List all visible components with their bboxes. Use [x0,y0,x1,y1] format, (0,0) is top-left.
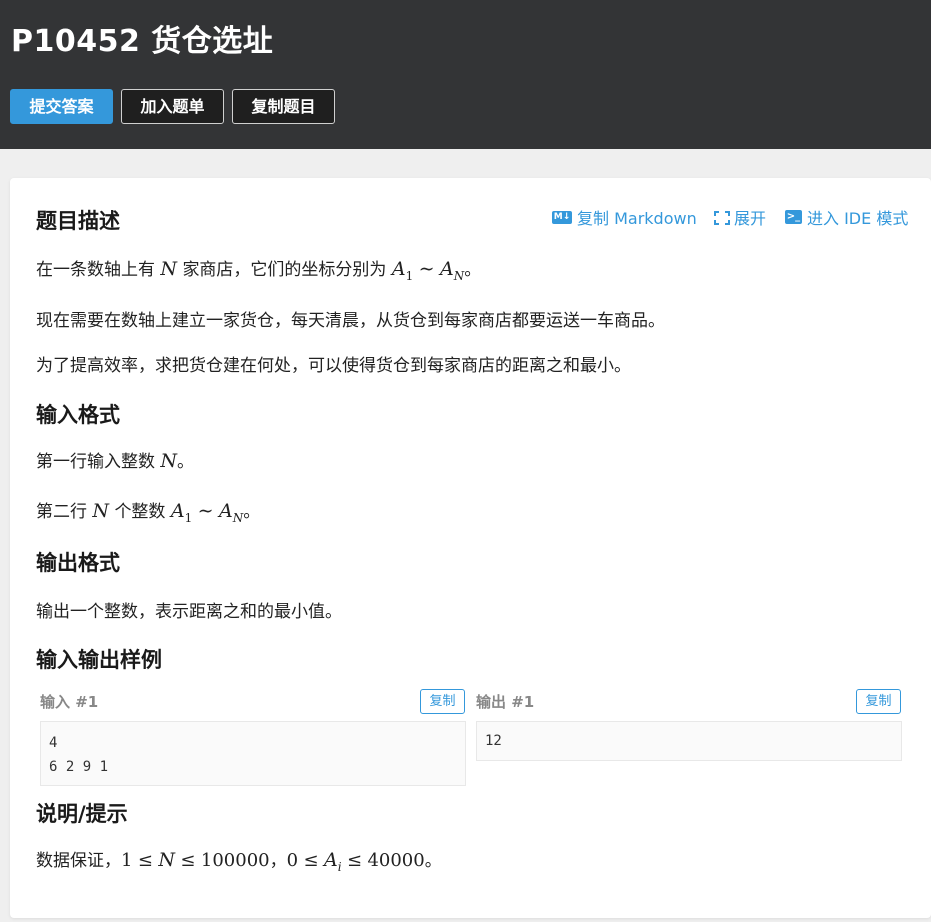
description-paragraph-1: 在一条数轴上有 N 家商店，它们的坐标分别为 A1 ∼ AN。 [36,258,482,283]
hint-heading: 说明/提示 [36,802,128,826]
input-format-paragraph-2: 第二行 N 个整数 A1 ∼ AN。 [36,500,261,525]
ide-mode-button[interactable]: >_ 进入 IDE 模式 [785,205,908,229]
terminal-icon: >_ [785,210,802,224]
expand-button[interactable]: 展开 [714,205,766,229]
markdown-icon: M↓ [552,210,572,224]
copy-sample-output-button[interactable]: 复制 [856,689,901,714]
description-heading: 题目描述 [36,209,120,233]
copy-markdown-button[interactable]: M↓ 复制 Markdown [552,205,697,229]
expand-icon [714,210,730,225]
input-format-heading: 输入格式 [36,403,120,427]
sample-input-label: 输入 #1 [40,693,99,711]
header: P10452 货仓选址 提交答案 加入题单 复制题目 [0,0,931,149]
output-format-heading: 输出格式 [36,551,120,575]
hint-paragraph: 数据保证，1 ≤ N ≤ 100000，0 ≤ Ai ≤ 40000。 [36,849,442,874]
sample-output-label: 输出 #1 [476,693,535,711]
output-format-paragraph: 输出一个整数，表示距离之和的最小值。 [36,602,342,622]
problem-card: M↓ 复制 Markdown 展开 >_ 进入 IDE 模式 题目描述 在一条数… [10,178,931,918]
description-paragraph-2: 现在需要在数轴上建立一家货仓，每天清晨，从货仓到每家商店都要运送一车商品。 [36,311,665,331]
add-to-list-button[interactable]: 加入题单 [121,89,224,124]
sample-input-box[interactable]: 46 2 9 1 [40,721,466,786]
submit-answer-button[interactable]: 提交答案 [10,89,113,124]
input-format-paragraph-1: 第一行输入整数 N。 [36,450,195,472]
samples-heading: 输入输出样例 [36,648,162,672]
copy-problem-button[interactable]: 复制题目 [232,89,335,124]
copy-sample-input-button[interactable]: 复制 [420,689,465,714]
sample-output-box[interactable]: 12 [476,721,902,761]
page-title: P10452 货仓选址 [11,24,274,59]
description-paragraph-3: 为了提高效率，求把货仓建在何处，可以使得货仓到每家商店的距离之和最小。 [36,356,631,376]
